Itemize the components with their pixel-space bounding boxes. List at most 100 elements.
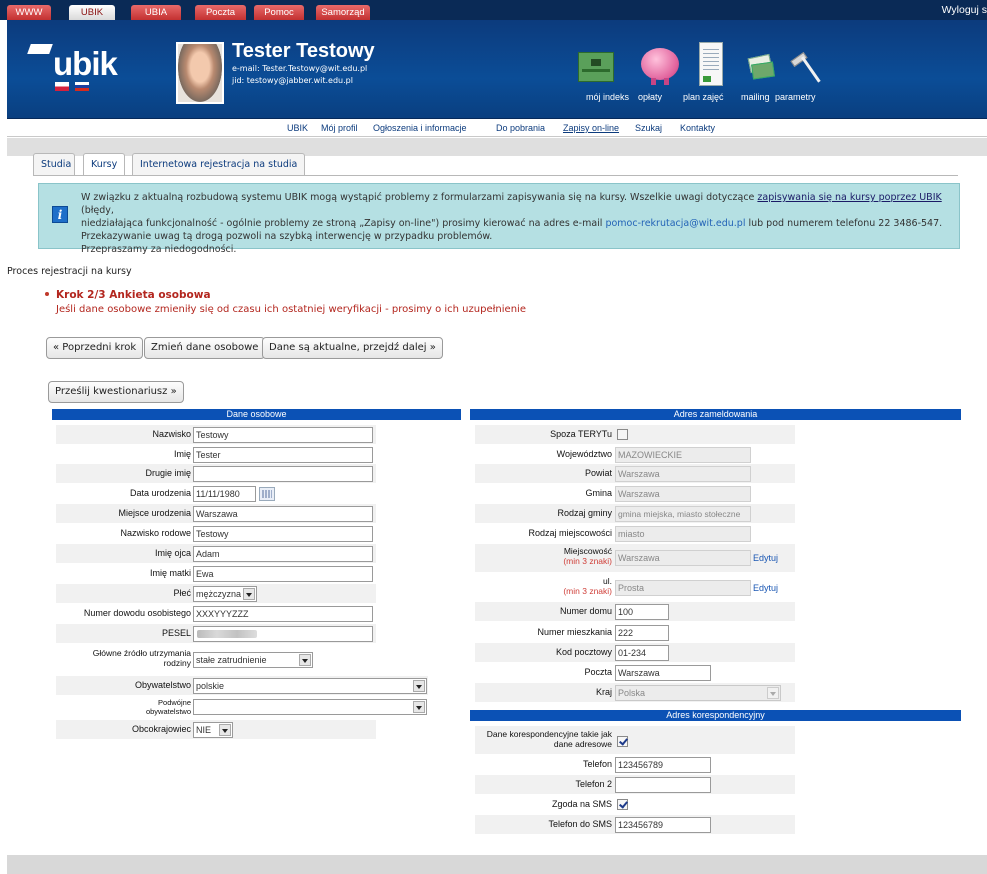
row-obywatelstwo: Obywatelstwo polskie (56, 676, 428, 695)
chevron-down-icon (767, 687, 779, 699)
nav-zapisy-online[interactable]: Zapisy on-line (563, 123, 619, 133)
numer-domu-field[interactable]: 100 (615, 604, 669, 620)
label-miejscowosc-hint: (min 3 znaki) (563, 556, 612, 566)
header-label-moj-indeks[interactable]: mój indeks (586, 92, 629, 102)
spoza-terytu-checkbox[interactable] (617, 429, 628, 440)
chevron-down-icon[interactable] (413, 701, 425, 713)
nav-kontakty[interactable]: Kontakty (680, 123, 715, 133)
label-telefon-sms: Telefon do SMS (548, 819, 612, 829)
nazwisko-rodowe-field[interactable]: Testowy (193, 526, 373, 542)
header-label-plan-zajec[interactable]: plan zajęć (683, 92, 724, 102)
header-label-mailing[interactable]: mailing (741, 92, 770, 102)
calendar-icon[interactable] (259, 487, 275, 501)
nav-ogloszenia[interactable]: Ogłoszenia i informacje (373, 123, 467, 133)
notice-link[interactable]: zapisywania się na kursy poprzez UBIK (757, 192, 941, 203)
nav-szukaj[interactable]: Szukaj (635, 123, 662, 133)
footer-strip (7, 855, 987, 874)
telefon-sms-field[interactable]: 123456789 (615, 817, 711, 833)
dowod-field[interactable]: XXXYYYZZZ (193, 606, 373, 622)
user-photo (176, 42, 224, 104)
pesel-field[interactable] (193, 626, 373, 642)
edit-miejscowosc-link[interactable]: Edytuj (753, 553, 778, 563)
piggy-bank-icon[interactable] (637, 44, 683, 86)
mailing-envelopes-icon[interactable] (747, 50, 775, 82)
submit-questionnaire-button[interactable]: Prześlij kwestionariusz » (48, 381, 184, 403)
step-subtitle: Jeśli dane osobowe zmieniły się od czasu… (56, 304, 526, 315)
top-tab-samorzad[interactable]: Samorząd (316, 5, 370, 20)
label-miejscowosc: Miejscowość (min 3 znaki) (563, 546, 612, 566)
row-miejscowosc: Miejscowość (min 3 znaki) Warszawa Edytu… (475, 544, 795, 572)
label-data-urodzenia: Data urodzenia (129, 488, 191, 498)
header-label-parametry[interactable]: parametry (775, 92, 816, 102)
imie-field[interactable]: Tester (193, 447, 373, 463)
chevron-down-icon[interactable] (243, 588, 255, 600)
top-tab-ubia[interactable]: UBIA (131, 5, 181, 20)
imie-ojca-field[interactable]: Adam (193, 546, 373, 562)
poczta-field[interactable]: Warszawa (615, 665, 711, 681)
obcokrajowiec-select[interactable]: NIE (193, 722, 233, 738)
change-data-button[interactable]: Zmień dane osobowe (144, 337, 266, 359)
row-rodzaj-miejscowosci: Rodzaj miejscowości miasto (475, 524, 795, 543)
chevron-down-icon[interactable] (413, 680, 425, 692)
prev-step-button[interactable]: « Poprzedni krok (46, 337, 144, 359)
russian-flag-icon[interactable] (75, 82, 89, 91)
chevron-down-icon[interactable] (299, 654, 311, 666)
id-card-icon[interactable] (578, 52, 614, 82)
telefon2-field[interactable] (615, 777, 711, 793)
obywatelstwo-select[interactable]: polskie (193, 678, 427, 694)
label-spoza-terytu: Spoza TERYTu (550, 429, 612, 439)
row-imie: Imię Tester (56, 445, 376, 464)
top-tab-www[interactable]: WWW (7, 5, 51, 20)
sms-consent-checkbox[interactable] (617, 799, 628, 810)
obcokrajowiec-value: NIE (196, 725, 212, 735)
top-tab-ubik[interactable]: UBIK (69, 5, 115, 20)
top-tab-poczta[interactable]: Poczta (195, 5, 246, 20)
nav-moj-profil[interactable]: Mój profil (321, 123, 358, 133)
label-imie-matki: Imię matki (149, 568, 191, 578)
plec-select[interactable]: mężczyzna (193, 586, 257, 602)
schedule-document-icon[interactable] (699, 42, 723, 86)
label-nazwisko-rodowe: Nazwisko rodowe (120, 528, 191, 538)
gmina-field: Warszawa (615, 486, 751, 502)
label-wojewodztwo: Województwo (556, 449, 612, 459)
notice-email-link[interactable]: pomoc-rekrutacja@wit.edu.pl (605, 218, 745, 229)
tab-internetowa-rejestracja[interactable]: Internetowa rejestracja na studia (132, 153, 305, 175)
telefon-field[interactable]: 123456789 (615, 757, 711, 773)
drugie-imie-field[interactable] (193, 466, 373, 482)
polish-flag-icon[interactable] (55, 82, 69, 91)
tab-studia[interactable]: Studia (33, 153, 75, 175)
edit-ulica-link[interactable]: Edytuj (753, 583, 778, 593)
label-dane-kor-2: dane adresowe (553, 739, 612, 749)
label-miejsce-urodzenia: Miejsce urodzenia (118, 508, 191, 518)
label-dane-korespondencyjne: Dane korespondencyjne takie jak dane adr… (487, 729, 612, 749)
row-plec: Płeć mężczyzna (56, 584, 376, 603)
top-tab-pomoc[interactable]: Pomoc (254, 5, 304, 20)
label-zrodlo-1: Główne źródło utrzymania (92, 648, 191, 658)
logo-text: ubik (53, 45, 118, 82)
nav-do-pobrania[interactable]: Do pobrania (496, 123, 545, 133)
kod-pocztowy-field[interactable]: 01-234 (615, 645, 669, 661)
same-address-checkbox[interactable] (617, 736, 628, 747)
hammer-icon[interactable] (789, 52, 825, 86)
step-bullet (45, 292, 49, 296)
row-wojewodztwo: Województwo MAZOWIECKIE (475, 445, 795, 464)
zrodlo-select[interactable]: stałe zatrudnienie (193, 652, 313, 668)
row-powiat: Powiat Warszawa (475, 464, 795, 483)
header-label-oplaty[interactable]: opłaty (638, 92, 662, 102)
podwojne-select[interactable] (193, 699, 427, 715)
numer-mieszkania-field[interactable]: 222 (615, 625, 669, 641)
imie-matki-field[interactable]: Ewa (193, 566, 373, 582)
miejsce-urodzenia-field[interactable]: Warszawa (193, 506, 373, 522)
nazwisko-field[interactable]: Testowy (193, 427, 373, 443)
nav-ubik[interactable]: UBIK (287, 123, 308, 133)
chevron-down-icon[interactable] (219, 724, 231, 736)
logout-link[interactable]: Wyloguj s (942, 4, 987, 16)
next-step-button[interactable]: Dane są aktualne, przejdź dalej » (262, 337, 443, 359)
label-numer-domu: Numer domu (559, 606, 612, 616)
row-numer-mieszkania: Numer mieszkania 222 (475, 623, 795, 642)
data-urodzenia-field[interactable]: 11/11/1980 (193, 486, 256, 502)
label-kod-pocztowy: Kod pocztowy (555, 647, 612, 657)
row-data-urodzenia: Data urodzenia 11/11/1980 (56, 484, 376, 503)
tab-kursy[interactable]: Kursy (83, 153, 125, 175)
ubik-logo[interactable]: ubik (27, 40, 147, 100)
